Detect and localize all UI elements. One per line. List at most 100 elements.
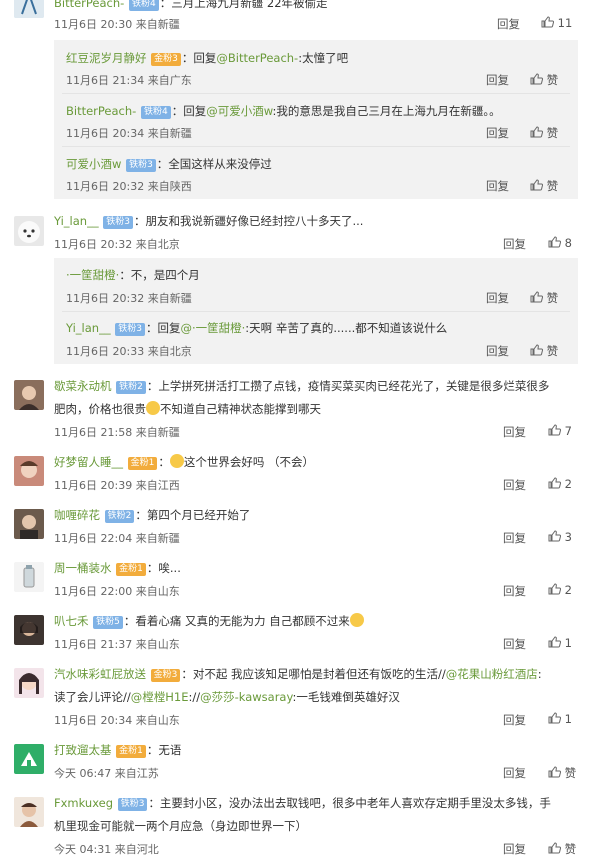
comment-author[interactable]: Yi_lan__ (54, 214, 99, 228)
reply-button[interactable]: 回复 (503, 530, 526, 546)
like-button[interactable]: 赞 (530, 343, 558, 359)
like-button[interactable]: 赞 (530, 72, 558, 88)
reply-button[interactable]: 回复 (503, 636, 526, 652)
comment-meta: 今天 04:31 来自河北 (54, 843, 159, 856)
avatar[interactable] (14, 744, 44, 774)
reply-button[interactable]: 回复 (486, 125, 509, 141)
avatar[interactable] (14, 380, 44, 410)
like-button[interactable]: 2 (548, 477, 572, 491)
comment-meta: 11月6日 22:00 来自山东 (54, 585, 180, 598)
fan-badge: 金粉3 (151, 53, 181, 66)
comment-meta: 11月6日 20:30 来自新疆 (54, 18, 180, 31)
mention-link[interactable]: @可爱小酒w (206, 104, 272, 118)
like-count: 2 (564, 583, 572, 597)
like-button[interactable]: 8 (548, 236, 572, 250)
avatar[interactable] (14, 797, 44, 827)
like-button[interactable]: 赞 (548, 765, 576, 781)
comment-author[interactable]: 歇菜永动机 (54, 379, 112, 393)
like-button[interactable]: 2 (548, 583, 572, 597)
reply-text: ：回复 (171, 104, 207, 118)
reply-button[interactable]: 回复 (503, 583, 526, 599)
reply-button[interactable]: 回复 (497, 16, 520, 32)
like-count: 1 (564, 636, 572, 650)
comment-author[interactable]: 周一桶装水 (54, 561, 112, 575)
reply-author[interactable]: 可爱小酒w (66, 157, 121, 171)
like-button[interactable]: 1 (548, 712, 572, 726)
reply-author[interactable]: ·一筐甜橙· (66, 268, 119, 282)
fan-badge: 铁粉3 (117, 798, 148, 811)
mention-link[interactable]: @莎莎-kawsaray (200, 690, 292, 704)
avatar[interactable] (14, 216, 44, 246)
reply-body: Yi_lan__ 铁粉3 ：回复@·一筐甜橙·:天啊 辛苦了真的......都不知… (66, 317, 447, 339)
reply-button[interactable]: 回复 (486, 178, 509, 194)
comment-author[interactable]: 好梦留人睡__ (54, 455, 123, 469)
reply-author[interactable]: BitterPeach- (66, 104, 136, 118)
comment-author[interactable]: 汽水味彩虹屁放送 (54, 667, 146, 681)
like-count: 2 (564, 477, 572, 491)
comment-body: Fxmkuxeg 铁粉3 ：主要封小区，没办法出去取钱吧，很多中老年人喜欢存定期手… (54, 792, 551, 814)
comment-author[interactable]: BitterPeach- (54, 0, 124, 10)
avatar[interactable] (14, 0, 44, 18)
like-label: 赞 (564, 842, 577, 856)
reply-button[interactable]: 回复 (503, 765, 526, 781)
fan-badge: 铁粉5 (93, 616, 123, 629)
comment-text: 这个世界会好吗 （不会） (183, 455, 315, 469)
avatar[interactable] (14, 668, 44, 698)
like-label: 赞 (546, 126, 559, 140)
fan-badge: 铁粉3 (103, 216, 133, 229)
reply-text-tail: :我的意思是我自己三月在上海九月在新疆。。 (272, 104, 501, 118)
thumbs-up-icon (548, 712, 561, 724)
fan-badge: 铁粉2 (104, 510, 135, 523)
comment-text: ：唉... (146, 561, 181, 575)
reply-button[interactable]: 回复 (503, 236, 526, 252)
like-button[interactable]: 赞 (530, 125, 558, 141)
like-button[interactable]: 1 (548, 636, 572, 650)
fan-badge: 铁粉2 (116, 381, 146, 394)
mention-link[interactable]: @花果山粉红酒店 (446, 667, 538, 681)
like-button[interactable]: 赞 (548, 841, 576, 857)
fan-badge: 金粉1 (127, 457, 158, 470)
comment-text: ：上学拼死拼活打工攒了点钱，疫情买菜买肉已经花光了，关键是很多烂菜很多 (146, 379, 550, 393)
reply-text: ：回复 (181, 51, 217, 65)
comment-text: 不知道自己精神状态能撑到哪天 (160, 402, 321, 416)
reply-button[interactable]: 回复 (503, 841, 526, 857)
avatar[interactable] (14, 509, 44, 539)
reply-author[interactable]: Yi_lan__ (66, 321, 111, 335)
reply-author[interactable]: 红豆泥岁月静好 (66, 51, 147, 65)
like-count: 3 (564, 530, 572, 544)
reply-button[interactable]: 回复 (486, 72, 509, 88)
divider (62, 311, 570, 312)
comment-author[interactable]: 咖喱碎花 (54, 508, 100, 522)
comment-meta: 11月6日 20:39 来自江西 (54, 479, 180, 492)
reply-button[interactable]: 回复 (486, 290, 509, 306)
comment-body: 打致遛太基 金粉1 ：无语 (54, 739, 181, 761)
like-button[interactable]: 3 (548, 530, 572, 544)
reply-button[interactable]: 回复 (486, 343, 509, 359)
mention-link[interactable]: @BitterPeach- (216, 51, 298, 65)
comment-meta: 11月6日 22:04 来自新疆 (54, 532, 180, 545)
reply-text: ：不，是四个月 (119, 268, 200, 282)
mention-link[interactable]: @樘樘H1E (131, 690, 189, 704)
like-button[interactable]: 赞 (530, 178, 558, 194)
avatar[interactable] (14, 615, 44, 645)
like-label: 赞 (564, 766, 577, 780)
like-button[interactable]: 11 (541, 16, 572, 30)
comment-author[interactable]: Fxmkuxeg (54, 796, 113, 810)
reply-button[interactable]: 回复 (503, 477, 526, 493)
avatar[interactable] (14, 456, 44, 486)
comment-author[interactable]: 叭七禾 (54, 614, 89, 628)
reply-text: ：全国这样从来没停过 (156, 157, 272, 171)
reply-button[interactable]: 回复 (503, 712, 526, 728)
comment-text: 读了会儿评论// (54, 690, 131, 704)
comment-author[interactable]: 打致遛太基 (54, 743, 112, 757)
reply-body: 可爱小酒w 铁粉3 ：全国这样从来没停过 (66, 153, 272, 175)
fan-badge: 铁粉4 (128, 0, 159, 11)
reply-meta: 11月6日 20:33 来自北京 (66, 345, 192, 358)
thumbs-up-icon (548, 636, 561, 648)
reply-button[interactable]: 回复 (503, 424, 526, 440)
like-button[interactable]: 7 (548, 424, 572, 438)
comment-text: : (537, 667, 542, 681)
like-button[interactable]: 赞 (530, 290, 558, 306)
mention-link[interactable]: @·一筐甜橙· (180, 321, 245, 335)
avatar[interactable] (14, 562, 44, 592)
